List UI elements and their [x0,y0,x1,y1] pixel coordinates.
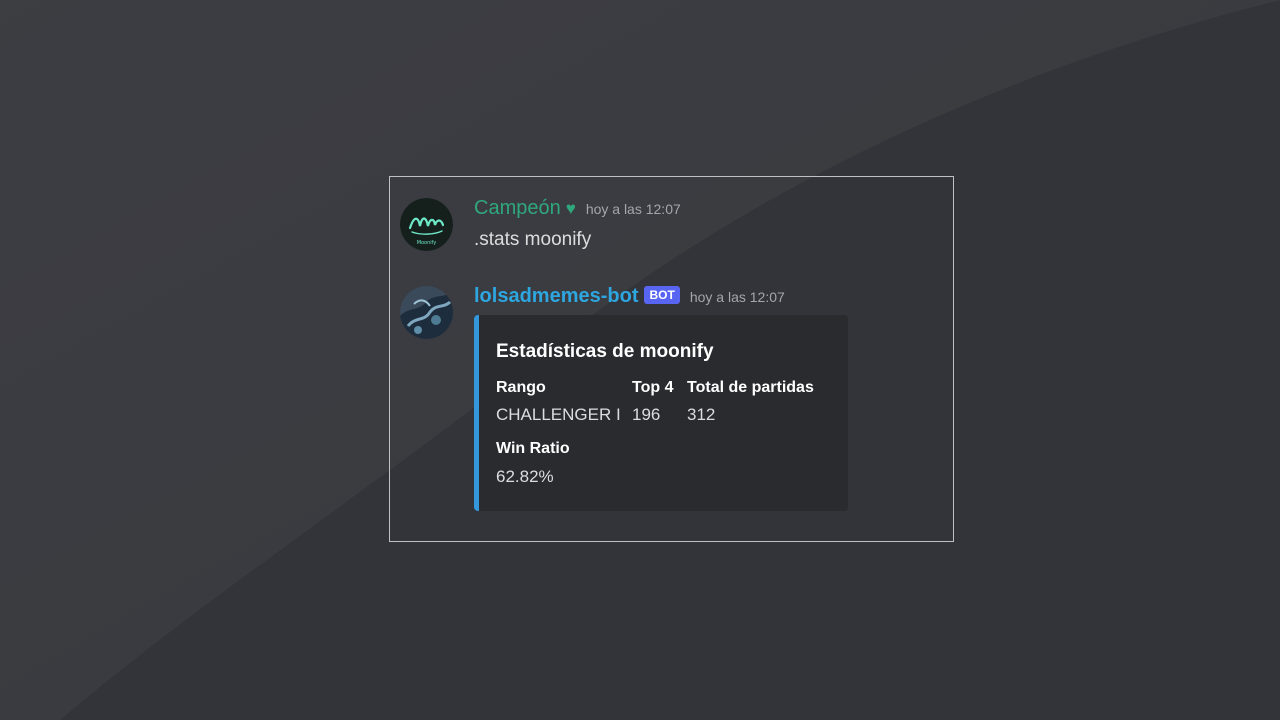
embed-accent-bar [474,315,479,511]
heart-icon: ♥ [565,199,576,218]
message-header: Campeón ♥ hoy a las 12:07 [474,197,681,225]
field-name-top4: Top 4 [632,379,674,396]
embed-title: Estadísticas de moonify [496,341,714,362]
timestamp: hoy a las 12:07 [689,289,785,305]
field-value-win-ratio: 62.82% [496,467,554,486]
page-background: Moonify Campeón ♥ hoy a las 12:07 .stats… [0,0,1280,720]
stats-embed: Estadísticas de moonify Rango CHALLENGER… [474,315,848,511]
bot-avatar[interactable] [400,286,453,339]
chat-frame: Moonify Campeón ♥ hoy a las 12:07 .stats… [389,176,954,542]
field-value-rango: CHALLENGER I [496,405,621,424]
bot-badge: BOT [644,286,680,304]
timestamp: hoy a las 12:07 [585,201,681,217]
field-name-total-partidas: Total de partidas [687,379,814,396]
field-value-total-partidas: 312 [687,405,716,424]
message-header: lolsadmemes-bot BOT hoy a las 12:07 [474,285,785,313]
username[interactable]: Campeón [474,197,561,220]
user-avatar[interactable]: Moonify [400,198,453,251]
field-name-rango: Rango [496,379,546,396]
field-value-top4: 196 [632,405,661,424]
field-name-win-ratio: Win Ratio [496,440,570,457]
svg-text:Moonify: Moonify [417,240,437,246]
message-text: .stats moonify [474,229,592,250]
bot-username[interactable]: lolsadmemes-bot [474,285,638,308]
